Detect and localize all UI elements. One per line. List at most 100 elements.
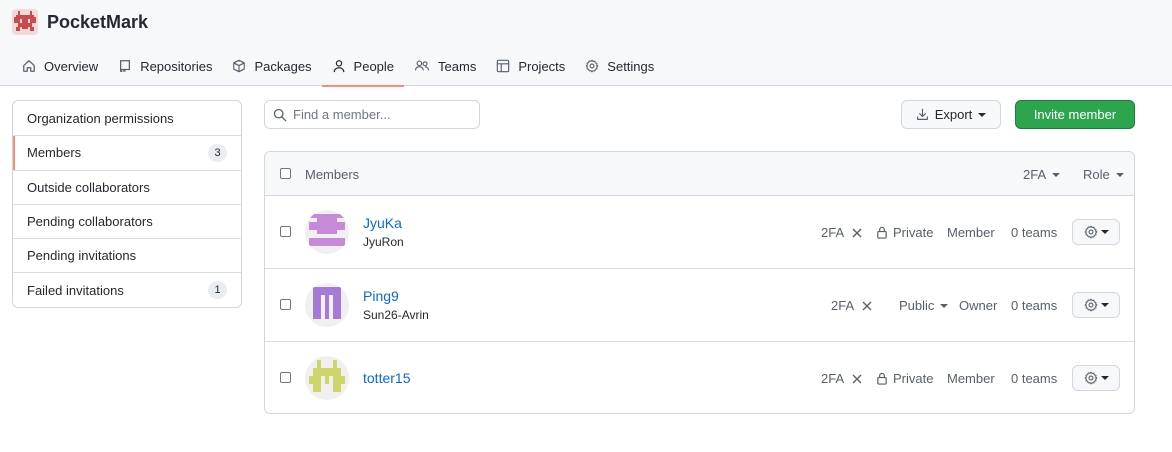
- failed-invitations-count-badge: 1: [208, 281, 227, 300]
- gear-icon: [1084, 225, 1097, 239]
- members-table-header: Members 2FA Role: [265, 152, 1134, 196]
- x-icon: [852, 228, 862, 237]
- member-checkbox[interactable]: [280, 226, 291, 237]
- member-username-link[interactable]: JyuKa: [363, 215, 402, 231]
- org-header: PocketMark Overview Repositories Package…: [0, 0, 1172, 87]
- sidebar-item-members[interactable]: Members 3: [13, 135, 241, 170]
- visibility-label: Private: [893, 225, 934, 240]
- sidebar-item-organization-permissions[interactable]: Organization permissions: [13, 101, 241, 135]
- org-avatar[interactable]: [12, 9, 38, 35]
- role-filter-dropdown[interactable]: Role: [1083, 167, 1124, 182]
- org-identity: PocketMark: [12, 9, 148, 35]
- member-role: Member: [947, 225, 995, 240]
- 2fa-status: 2FA: [831, 298, 872, 313]
- package-icon: [233, 59, 246, 73]
- tab-label: Overview: [44, 58, 99, 74]
- table-icon: [497, 59, 510, 73]
- members-header-label: Members: [305, 167, 360, 182]
- avatar[interactable]: [305, 283, 349, 327]
- sidebar-item-label: Failed invitations: [27, 282, 124, 298]
- lock-icon: [877, 226, 887, 239]
- tab-label: Projects: [518, 58, 566, 74]
- visibility-status[interactable]: Private: [876, 371, 933, 386]
- tab-label: People: [353, 58, 395, 74]
- member-teams-link[interactable]: 0 teams: [1011, 298, 1057, 313]
- org-name[interactable]: PocketMark: [47, 12, 148, 33]
- sidebar-item-pending-collaborators[interactable]: Pending collaborators: [13, 203, 241, 238]
- tab-projects[interactable]: Projects: [486, 46, 575, 86]
- 2fa-status: 2FA: [821, 371, 862, 386]
- chevron-down-icon: [940, 303, 949, 308]
- sidebar-item-failed-invitations[interactable]: Failed invitations 1: [13, 272, 241, 306]
- role-filter-label: Role: [1083, 167, 1110, 182]
- member-username-link[interactable]: totter15: [363, 370, 410, 386]
- x-icon: [862, 301, 872, 310]
- sidebar-item-label: Organization permissions: [27, 110, 174, 126]
- 2fa-status: 2FA: [821, 225, 862, 240]
- 2fa-filter-label: 2FA: [1023, 167, 1047, 182]
- tab-label: Settings: [607, 58, 655, 74]
- sidebar-item-label: Outside collaborators: [27, 179, 150, 195]
- member-fullname: JyuRon: [363, 235, 404, 249]
- member-settings-button[interactable]: [1072, 219, 1120, 245]
- member-checkbox[interactable]: [280, 299, 291, 310]
- visibility-label: Private: [893, 371, 934, 386]
- select-all-checkbox[interactable]: [280, 168, 291, 179]
- invite-member-button[interactable]: Invite member: [1015, 100, 1135, 129]
- sidebar-item-label: Pending collaborators: [27, 214, 153, 230]
- member-settings-button[interactable]: [1072, 292, 1120, 318]
- tab-people[interactable]: People: [321, 46, 405, 87]
- chevron-down-icon: [1052, 172, 1061, 177]
- member-role: Owner: [959, 298, 998, 313]
- avatar[interactable]: [305, 210, 349, 254]
- visibility-status[interactable]: Private: [876, 225, 933, 240]
- visibility-dropdown[interactable]: Public: [899, 298, 949, 313]
- member-search: [264, 100, 480, 129]
- sidebar-item-label: Members: [27, 145, 82, 161]
- member-settings-button[interactable]: [1072, 365, 1120, 391]
- chevron-down-icon: [1100, 230, 1109, 234]
- member-search-input[interactable]: [293, 107, 473, 122]
- member-role: Member: [947, 371, 995, 386]
- member-teams-link[interactable]: 0 teams: [1011, 225, 1057, 240]
- member-fullname: Sun26-Avrin: [363, 308, 429, 322]
- download-icon: [916, 108, 928, 120]
- people-icon: [414, 60, 430, 71]
- member-teams-link[interactable]: 0 teams: [1011, 371, 1057, 386]
- tab-packages[interactable]: Packages: [222, 46, 321, 86]
- table-row: totter15 2FA Private Member 0 teams: [265, 342, 1134, 413]
- x-icon: [852, 374, 862, 383]
- tab-label: Teams: [438, 58, 477, 74]
- tab-label: Packages: [254, 58, 312, 74]
- members-count-badge: 3: [208, 143, 227, 162]
- gear-icon: [585, 59, 599, 73]
- sidebar-item-outside-collaborators[interactable]: Outside collaborators: [13, 169, 241, 204]
- pixel-invader-logo-icon: [14, 11, 36, 31]
- org-nav-tabs: Overview Repositories Packages People Te…: [12, 46, 664, 87]
- people-sidebar: Organization permissions Members 3 Outsi…: [12, 100, 242, 308]
- 2fa-filter-dropdown[interactable]: 2FA: [1023, 167, 1061, 182]
- invite-member-button-label: Invite member: [1033, 107, 1117, 122]
- search-icon: [273, 108, 287, 121]
- export-button-label: Export: [934, 107, 973, 122]
- gear-icon: [1084, 298, 1097, 312]
- home-icon: [23, 60, 35, 72]
- member-username-link[interactable]: Ping9: [363, 288, 399, 304]
- export-button[interactable]: Export: [901, 100, 1001, 129]
- sidebar-item-pending-invitations[interactable]: Pending invitations: [13, 238, 241, 272]
- tab-overview[interactable]: Overview: [12, 46, 108, 86]
- visibility-label: Public: [899, 298, 935, 313]
- chevron-down-icon: [978, 112, 987, 117]
- identicon-avatar-icon: [309, 360, 345, 392]
- repo-icon: [120, 60, 131, 73]
- chevron-down-icon: [1100, 376, 1109, 380]
- tab-label: Repositories: [140, 58, 213, 74]
- tab-teams[interactable]: Teams: [404, 46, 486, 86]
- chevron-down-icon: [1115, 172, 1124, 177]
- tab-repositories[interactable]: Repositories: [108, 46, 222, 86]
- table-row: Ping9 Sun26-Avrin 2FA Public Owner 0 tea…: [265, 269, 1134, 342]
- avatar[interactable]: [305, 356, 349, 400]
- member-checkbox[interactable]: [280, 372, 291, 383]
- sidebar-item-label: Pending invitations: [27, 248, 137, 264]
- tab-settings[interactable]: Settings: [575, 46, 664, 86]
